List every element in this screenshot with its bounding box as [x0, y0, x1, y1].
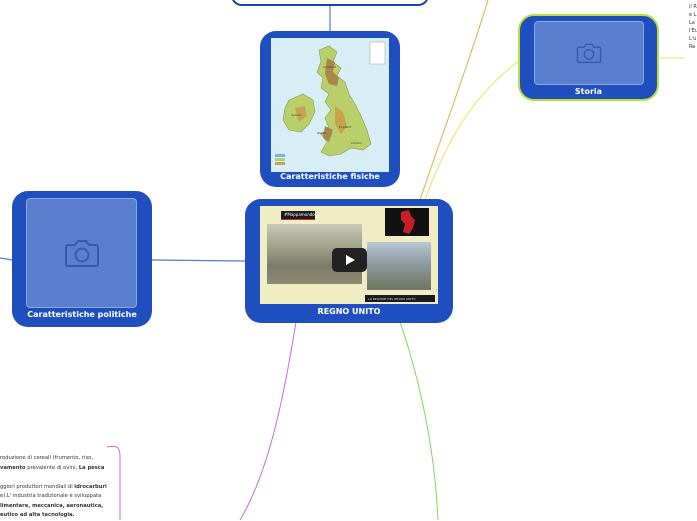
video-thumbnail[interactable]: #Mappamondo LA REGIONE DEL REGNO UNITO — [260, 206, 438, 304]
storia-note-line: l'Eu — [689, 28, 697, 34]
video-overlay-tag: #Mappamondo — [281, 211, 315, 220]
economy-bold: idrocarburi — [74, 483, 107, 490]
video-overlay-text: #Mappamondo — [284, 212, 315, 217]
storia-note-line: Re — [689, 44, 696, 50]
uk-map-image: Scotland England Wales Ireland London — [271, 38, 389, 172]
economy-note: roduzione di cereali (frumento, riso, va… — [0, 454, 107, 521]
connector-politiche — [151, 259, 246, 262]
camera-icon — [64, 240, 99, 267]
node-storia[interactable]: Storia — [518, 14, 659, 101]
map-label-wales: Wales — [317, 131, 326, 135]
economy-note-line — [0, 473, 107, 483]
storia-note-line: L'u — [689, 36, 697, 42]
economy-bold: vamento — [0, 464, 26, 471]
economy-note-line: vamento prevalente di ovini, La pesca — [0, 464, 107, 474]
connector-left-edge — [0, 257, 13, 261]
video-caption-text: LA REGIONE DEL REGNO UNITO — [368, 297, 416, 301]
economy-note-line: e).L' industria tradizionale è sviluppat… — [0, 493, 102, 499]
storia-note-line: La — [689, 20, 695, 26]
storia-note-line: e L — [689, 12, 697, 18]
node-central-regno-unito[interactable]: #Mappamondo LA REGIONE DEL REGNO UNITO R… — [245, 199, 453, 323]
connector-purple-bracket — [106, 445, 121, 520]
video-caption: LA REGIONE DEL REGNO UNITO — [365, 295, 435, 302]
economy-text: ggiori produttori mondiali di — [0, 483, 75, 490]
economy-note-line: limentare, meccanica, aeronautica, — [0, 502, 104, 509]
map-label-london: London — [351, 141, 362, 145]
node-label-politiche: Caratteristiche politiche — [27, 310, 137, 319]
connector-green — [399, 321, 439, 520]
map-label-ireland: Ireland — [291, 113, 301, 117]
node-label-central: REGNO UNITO — [317, 307, 381, 316]
economy-note-line: eutico ad alta tecnologia. — [0, 512, 75, 518]
economy-note-line: roduzione di cereali (frumento, riso, — [0, 455, 93, 461]
image-placeholder — [26, 198, 137, 308]
camera-icon — [576, 43, 602, 64]
map-label-scotland: Scotland — [323, 65, 336, 69]
video-red-map — [385, 208, 429, 236]
play-button[interactable] — [332, 248, 367, 272]
play-icon — [345, 255, 355, 265]
connector-purple — [239, 321, 297, 520]
video-city-photo — [367, 242, 431, 290]
node-label-fisiche: Caratteristiche fisiche — [280, 172, 380, 181]
connector-yellow — [424, 59, 521, 201]
economy-text: prevalente di ovini, — [25, 464, 79, 471]
map-label-england: England — [339, 125, 351, 129]
storia-note-line: il R — [689, 4, 697, 10]
image-placeholder — [534, 21, 644, 85]
economy-note-line: ggiori produttori mondiali di idrocarbur… — [0, 483, 107, 493]
storia-note: il R e L La l'Eu L'u Re — [689, 3, 697, 51]
economy-bold: La pesca — [78, 464, 105, 471]
node-caratteristiche-fisiche[interactable]: Scotland England Wales Ireland London Ca… — [260, 31, 400, 187]
top-node-partial[interactable] — [232, 0, 428, 6]
node-label-storia: Storia — [574, 87, 603, 96]
node-caratteristiche-politiche[interactable]: Caratteristiche politiche — [12, 191, 152, 327]
